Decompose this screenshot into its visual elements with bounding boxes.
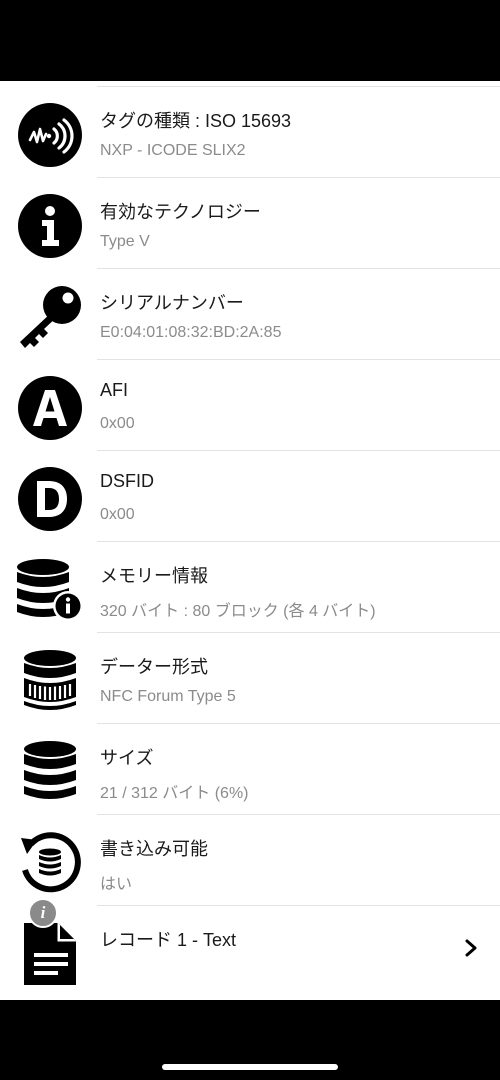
list-item-tag-type: タグの種類 : ISO 15693 NXP - ICODE SLIX2	[0, 87, 500, 178]
list-item-record-1[interactable]: レコード 1 - Text	[0, 906, 500, 997]
phone-screen: タグの種類 : ISO 15693 NXP - ICODE SLIX2 有効なテ…	[0, 0, 500, 1080]
item-subtitle: Type V	[100, 233, 150, 250]
item-subtitle: 0x00	[100, 415, 135, 432]
database-icon	[15, 740, 85, 804]
info-button[interactable]: i	[28, 898, 58, 928]
database-refresh-icon	[15, 831, 85, 895]
list-item-writable: 書き込み可能 はい	[0, 815, 500, 906]
list-item-technologies: 有効なテクノロジー Type V	[0, 178, 500, 269]
nfc-signal-icon	[15, 103, 85, 167]
item-title: シリアルナンバー	[100, 293, 244, 313]
item-subtitle: 320 バイト : 80 ブロック (各 4 バイト)	[100, 603, 376, 620]
database-format-icon	[15, 649, 85, 713]
list-item-dsfid: DSFID 0x00	[0, 451, 500, 542]
document-icon	[15, 922, 85, 986]
item-subtitle: E0:04:01:08:32:BD:2A:85	[100, 324, 282, 341]
tag-info-list[interactable]: タグの種類 : ISO 15693 NXP - ICODE SLIX2 有効なテ…	[0, 81, 500, 1000]
database-info-icon	[15, 558, 85, 622]
item-subtitle: 21 / 312 バイト (6%)	[100, 785, 249, 802]
item-title: データー形式	[100, 657, 208, 677]
item-title: 書き込み可能	[100, 839, 208, 859]
list-item-serial-number: シリアルナンバー E0:04:01:08:32:BD:2A:85	[0, 269, 500, 360]
item-title: タグの種類 : ISO 15693	[100, 111, 292, 131]
home-indicator	[162, 1064, 338, 1070]
item-subtitle: NXP - ICODE SLIX2	[100, 142, 246, 159]
list-item-size: サイズ 21 / 312 バイト (6%)	[0, 724, 500, 815]
chevron-right-icon[interactable]	[464, 938, 478, 958]
list-item-memory-info: メモリー情報 320 バイト : 80 ブロック (各 4 バイト)	[0, 542, 500, 633]
item-title: DSFID	[100, 471, 154, 491]
letter-d-icon	[15, 467, 85, 531]
item-title: メモリー情報	[100, 566, 208, 586]
item-title: レコード 1 - Text	[100, 930, 237, 950]
key-icon	[15, 285, 85, 349]
item-subtitle: NFC Forum Type 5	[100, 688, 236, 705]
letter-a-icon	[15, 376, 85, 440]
item-title: 有効なテクノロジー	[100, 202, 261, 222]
item-subtitle: 0x00	[100, 506, 135, 523]
item-subtitle: はい	[100, 876, 133, 893]
item-title: サイズ	[100, 748, 154, 768]
list-item-data-format: データー形式 NFC Forum Type 5	[0, 633, 500, 724]
status-bar	[0, 0, 500, 81]
info-icon	[15, 194, 85, 258]
item-title: AFI	[100, 380, 129, 400]
list-item-afi: AFI 0x00	[0, 360, 500, 451]
